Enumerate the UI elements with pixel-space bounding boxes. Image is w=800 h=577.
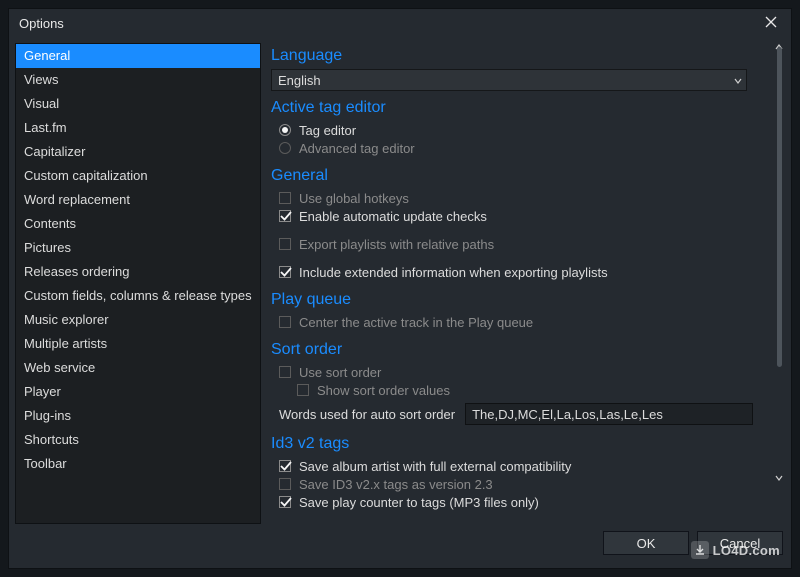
- checkbox-auto-updates[interactable]: [279, 210, 291, 222]
- window-title: Options: [19, 16, 64, 31]
- sort-words-input[interactable]: The,DJ,MC,El,La,Los,Las,Le,Les: [465, 403, 753, 425]
- checkbox-show-sort-values-label: Show sort order values: [317, 383, 450, 398]
- sidebar-item-plugins[interactable]: Plug-ins: [16, 404, 260, 428]
- section-language: Language: [271, 47, 771, 65]
- checkbox-center-active-label: Center the active track in the Play queu…: [299, 315, 533, 330]
- titlebar: Options: [9, 9, 791, 37]
- sidebar-item-contents[interactable]: Contents: [16, 212, 260, 236]
- radio-advanced-tag-editor-label: Advanced tag editor: [299, 141, 415, 156]
- radio-tag-editor[interactable]: [279, 124, 291, 136]
- radio-tag-editor-label: Tag editor: [299, 123, 356, 138]
- content-scrollbar[interactable]: [773, 43, 785, 524]
- category-sidebar: General Views Visual Last.fm Capitalizer…: [15, 43, 261, 524]
- checkbox-show-sort-values[interactable]: [297, 384, 309, 396]
- sidebar-item-custom-capitalization[interactable]: Custom capitalization: [16, 164, 260, 188]
- sidebar-item-capitalizer[interactable]: Capitalizer: [16, 140, 260, 164]
- language-dropdown[interactable]: English: [271, 69, 747, 91]
- section-active-tag-editor: Active tag editor: [271, 99, 771, 117]
- scroll-thumb[interactable]: [777, 47, 782, 367]
- sidebar-item-web-service[interactable]: Web service: [16, 356, 260, 380]
- sort-words-value: The,DJ,MC,El,La,Los,Las,Le,Les: [472, 407, 663, 422]
- cancel-button[interactable]: Cancel: [697, 531, 783, 555]
- content-wrap: Language English Active tag editor Tag e…: [271, 43, 785, 524]
- language-value: English: [278, 73, 321, 88]
- sidebar-item-visual[interactable]: Visual: [16, 92, 260, 116]
- sidebar-item-views[interactable]: Views: [16, 68, 260, 92]
- scroll-down-icon: [773, 472, 785, 484]
- checkbox-save-play-counter-label: Save play counter to tags (MP3 files onl…: [299, 495, 539, 510]
- checkbox-auto-updates-label: Enable automatic update checks: [299, 209, 487, 224]
- checkbox-include-extended-label: Include extended information when export…: [299, 265, 608, 280]
- checkbox-global-hotkeys[interactable]: [279, 192, 291, 204]
- sidebar-item-pictures[interactable]: Pictures: [16, 236, 260, 260]
- sidebar-item-releases-ordering[interactable]: Releases ordering: [16, 260, 260, 284]
- section-general: General: [271, 167, 771, 185]
- sidebar-item-custom-fields[interactable]: Custom fields, columns & release types: [16, 284, 260, 308]
- checkbox-global-hotkeys-label: Use global hotkeys: [299, 191, 409, 206]
- section-sort-order: Sort order: [271, 341, 771, 359]
- checkbox-save-album-artist-label: Save album artist with full external com…: [299, 459, 571, 474]
- sidebar-item-player[interactable]: Player: [16, 380, 260, 404]
- checkbox-center-active[interactable]: [279, 316, 291, 328]
- checkbox-save-v23-label: Save ID3 v2.x tags as version 2.3: [299, 477, 493, 492]
- sidebar-item-multiple-artists[interactable]: Multiple artists: [16, 332, 260, 356]
- checkbox-export-relative[interactable]: [279, 238, 291, 250]
- chevron-down-icon: [734, 73, 742, 88]
- sidebar-item-general[interactable]: General: [16, 44, 260, 68]
- checkbox-use-sort-order-label: Use sort order: [299, 365, 381, 380]
- sort-words-label: Words used for auto sort order: [279, 407, 455, 422]
- section-id3: Id3 v2 tags: [271, 435, 771, 453]
- checkbox-save-v23[interactable]: [279, 478, 291, 490]
- ok-button[interactable]: OK: [603, 531, 689, 555]
- sidebar-item-music-explorer[interactable]: Music explorer: [16, 308, 260, 332]
- dialog-body: General Views Visual Last.fm Capitalizer…: [9, 37, 791, 524]
- checkbox-use-sort-order[interactable]: [279, 366, 291, 378]
- close-button[interactable]: [757, 9, 785, 37]
- sidebar-item-toolbar[interactable]: Toolbar: [16, 452, 260, 476]
- sidebar-item-word-replacement[interactable]: Word replacement: [16, 188, 260, 212]
- radio-advanced-tag-editor[interactable]: [279, 142, 291, 154]
- settings-content: Language English Active tag editor Tag e…: [271, 43, 773, 524]
- section-play-queue: Play queue: [271, 291, 771, 309]
- checkbox-export-relative-label: Export playlists with relative paths: [299, 237, 494, 252]
- checkbox-save-play-counter[interactable]: [279, 496, 291, 508]
- scroll-track: [777, 43, 782, 524]
- sidebar-item-shortcuts[interactable]: Shortcuts: [16, 428, 260, 452]
- close-icon: [765, 16, 777, 31]
- checkbox-save-album-artist[interactable]: [279, 460, 291, 472]
- sidebar-item-lastfm[interactable]: Last.fm: [16, 116, 260, 140]
- options-dialog: Options General Views Visual Last.fm Cap…: [8, 8, 792, 569]
- checkbox-include-extended[interactable]: [279, 266, 291, 278]
- dialog-footer: OK Cancel: [9, 524, 791, 568]
